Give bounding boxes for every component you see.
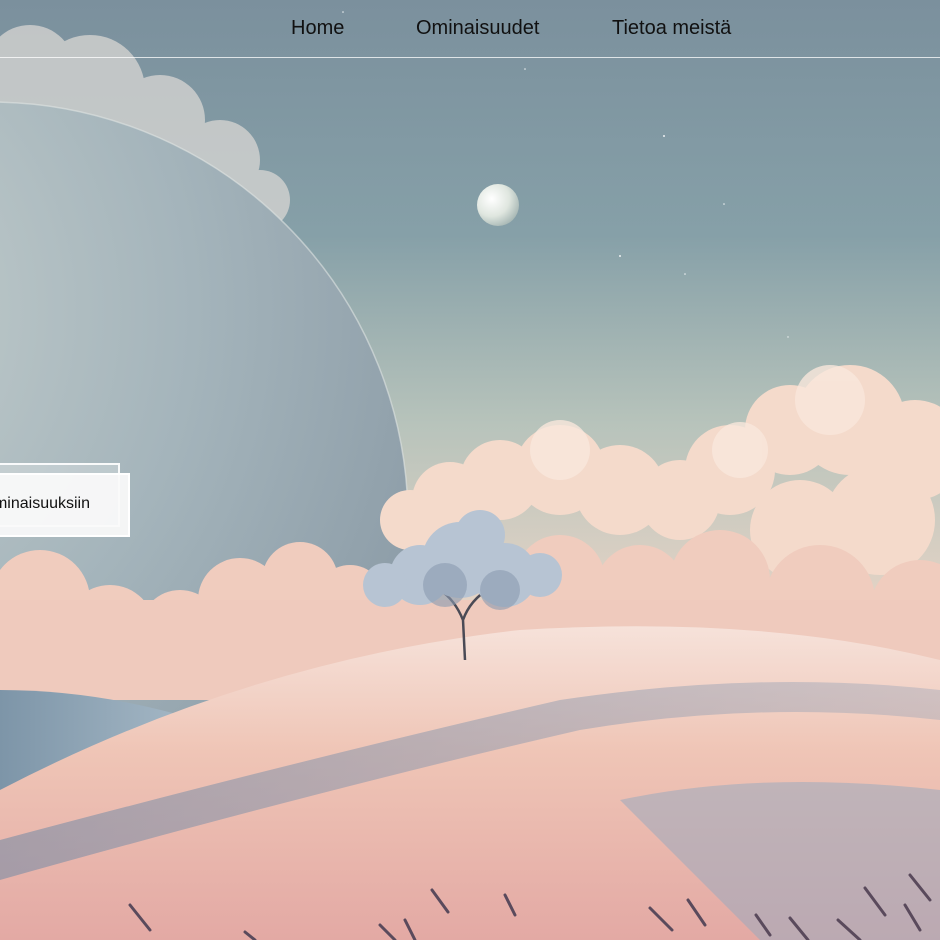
nav-link-about[interactable]: Tietoa meistä [612,17,731,39]
top-navigation: Home Ominaisuudet Tietoa meistä [0,0,940,58]
cta-container: Ominaisuuksiin [0,463,130,537]
cta-button-label: Ominaisuuksiin [0,495,90,512]
nav-link-home[interactable]: Home [291,17,344,39]
hero-background [0,0,940,940]
nav-link-features[interactable]: Ominaisuudet [416,17,539,39]
moon-illustration [477,184,519,226]
features-cta-button[interactable]: Ominaisuuksiin [0,473,130,537]
